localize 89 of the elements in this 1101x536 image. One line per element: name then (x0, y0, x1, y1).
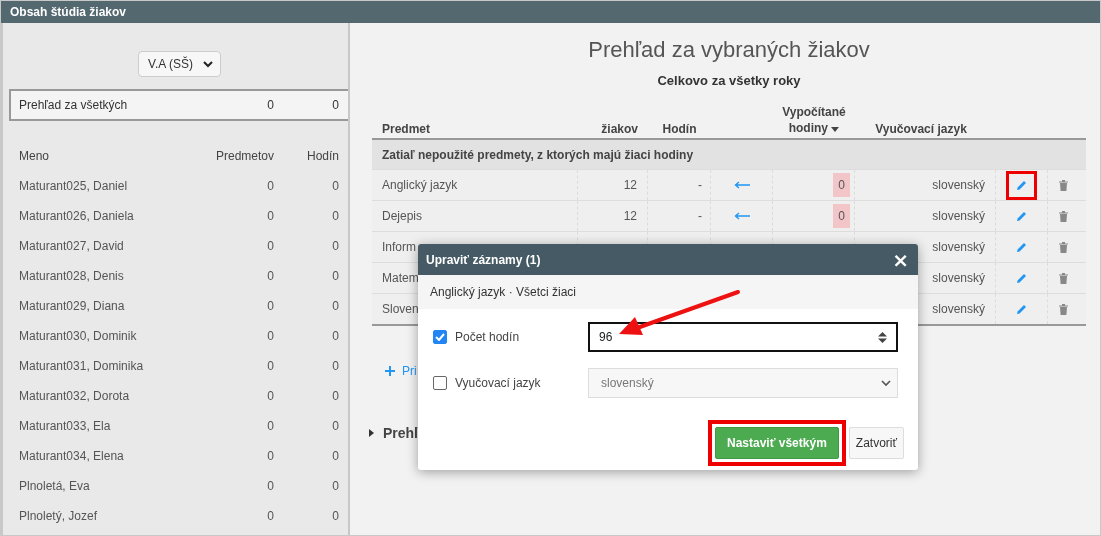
table-cell-text: 0 (331, 299, 340, 313)
student-name[interactable]: Maturant032, Dorota (19, 389, 174, 403)
table-cell-text: 0 (266, 509, 274, 523)
table-cell-text: 0 (266, 239, 274, 253)
table-cell-text: 0 (266, 419, 274, 433)
table-cell-text: 0 (331, 509, 340, 523)
field-label: Vyučovací jazyk (455, 376, 542, 390)
table-cell: - (698, 178, 702, 192)
student-name[interactable]: Maturant034, Elena (19, 449, 174, 463)
table-cell-text: 0 (266, 269, 274, 283)
hours-input[interactable]: 96 (588, 322, 898, 352)
student-name[interactable]: Maturant028, Denis (19, 269, 174, 283)
table-cell-text: 0 (266, 209, 274, 223)
table-cell-text: 0 (266, 329, 274, 343)
page-title: Prehľad za vybraných žiakov (587, 37, 871, 63)
table-cell-text: 0 (331, 389, 340, 403)
student-name[interactable]: Plnoletá, Eva (19, 479, 174, 493)
summary-row[interactable]: Prehľad za všetkých 0 0 (9, 89, 348, 121)
group-title: Zatiaľ nepoužité predmety, z ktorých majú žiaci hodiny (382, 147, 694, 162)
sort-caret-icon (831, 127, 840, 132)
table-cell: 12 (623, 178, 637, 192)
table-cell-text: 0 (331, 359, 340, 373)
table-cell-text: 0 (266, 299, 274, 313)
chevron-down-icon (881, 379, 891, 387)
table-cell-text: 0 (331, 329, 340, 343)
edit-icon[interactable] (1016, 210, 1027, 222)
left-arrow-icon[interactable] (733, 212, 750, 220)
table-cell-text: 0 (331, 209, 340, 223)
table-cell-text: 0 (331, 239, 340, 253)
trash-icon[interactable] (1058, 272, 1068, 284)
trash-icon[interactable] (1058, 179, 1068, 191)
student-name[interactable]: Maturant026, Daniela (19, 209, 174, 223)
edit-icon[interactable] (1016, 272, 1027, 284)
table-cell-text: 0 (266, 479, 274, 493)
window-title: Obsah štúdia žiakov (10, 5, 127, 19)
table-cell: Dejepis (372, 201, 578, 231)
student-name[interactable]: Maturant025, Daniel (19, 179, 174, 193)
plus-icon (385, 366, 395, 376)
left-arrow-icon[interactable] (733, 181, 750, 189)
checkbox[interactable] (433, 376, 447, 390)
class-select[interactable]: V.A (SŠ) (138, 51, 221, 77)
page-subtitle: Celkovo za všetky roky (656, 73, 802, 88)
trash-icon[interactable] (1058, 303, 1068, 315)
column-header: Hodín (661, 122, 698, 136)
section-title[interactable]: Prehľ (383, 425, 420, 441)
student-name[interactable]: Maturant029, Diana (19, 299, 174, 313)
student-name[interactable]: Plnoletý, Jozef (19, 509, 174, 523)
column-header: Predmet (381, 122, 432, 136)
edit-icon[interactable] (1016, 241, 1027, 253)
trash-icon[interactable] (1058, 241, 1068, 253)
student-name[interactable]: Maturant027, David (19, 239, 174, 253)
column-header: Vyučovací jazyk (874, 122, 968, 136)
table-cell: slovenský (855, 201, 996, 231)
chevron-down-icon (202, 60, 213, 68)
student-name[interactable]: Maturant033, Ela (19, 419, 174, 433)
column-header[interactable]: Vypočítané hodiny (773, 104, 855, 136)
table-cell-text: 0 (331, 449, 340, 463)
close-dialog-button[interactable]: Zatvoriť (848, 427, 904, 459)
table-cell-text: 0 (266, 449, 274, 463)
table-cell-text: 0 (266, 179, 274, 193)
student-name[interactable]: Maturant030, Dominik (19, 329, 174, 343)
computed-hours: 0 (833, 173, 850, 197)
edit-icon[interactable] (1016, 179, 1027, 191)
student-name[interactable]: Maturant031, Dominika (19, 359, 174, 373)
summary-hours: 0 (331, 98, 340, 112)
checkbox[interactable] (433, 330, 447, 344)
column-header: žiakov (600, 122, 639, 136)
table-cell: - (698, 209, 702, 223)
column-header: Meno (19, 149, 51, 163)
table-cell-text: 0 (331, 419, 340, 433)
table-cell-text: 0 (331, 479, 340, 493)
table-cell: 12 (623, 209, 637, 223)
summary-label: Prehľad za všetkých (18, 98, 129, 112)
edit-icon[interactable] (1016, 303, 1027, 315)
computed-hours: 0 (833, 204, 850, 228)
spinner-icon (878, 331, 887, 343)
table-cell: Anglický jazyk (372, 170, 578, 200)
table-cell-text: 0 (331, 269, 340, 283)
table-cell: slovenský (855, 170, 996, 200)
table-cell-text: 0 (266, 389, 274, 403)
caret-right-icon[interactable] (369, 429, 374, 437)
table-cell-text: 0 (331, 179, 340, 193)
summary-subjects: 0 (266, 98, 274, 112)
field-label: Počet hodín (455, 330, 521, 344)
trash-icon[interactable] (1058, 210, 1068, 222)
language-select[interactable]: slovenský (588, 368, 898, 398)
column-header: Hodín (305, 149, 340, 163)
table-cell-text: 0 (266, 359, 274, 373)
column-header: Predmetov (214, 149, 274, 163)
